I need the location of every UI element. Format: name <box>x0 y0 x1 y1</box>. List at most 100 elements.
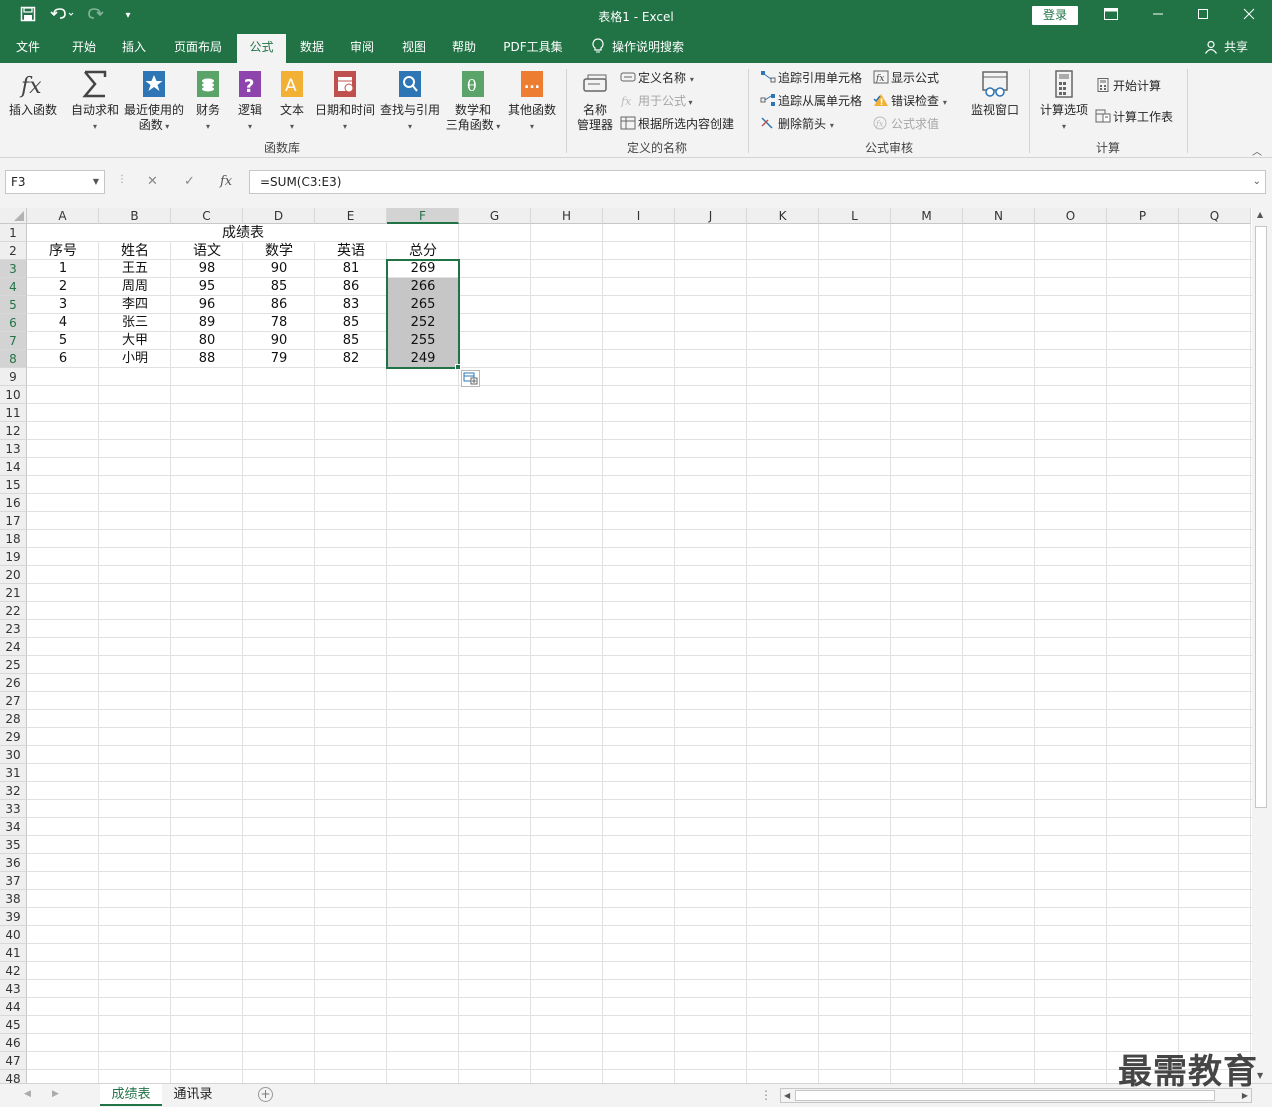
scroll-up-icon[interactable]: ▲ <box>1257 210 1263 219</box>
row-header[interactable]: 11 <box>0 404 27 422</box>
login-button[interactable]: 登录 <box>1032 6 1078 25</box>
maximize-icon[interactable] <box>1193 6 1213 26</box>
error-checking-button[interactable]: ! 错误检查 ▾ <box>873 92 947 110</box>
sheet-tab-scores[interactable]: 成绩表 <box>100 1084 162 1106</box>
tab-pdf-tools[interactable]: PDF工具集 <box>498 32 568 63</box>
enter-formula-icon[interactable]: ✓ <box>184 174 195 189</box>
recently-used-button[interactable]: 最近使用的 函数 ▾ <box>122 69 186 134</box>
table-cell[interactable]: 2 <box>27 278 99 296</box>
table-cell[interactable]: 83 <box>315 296 387 314</box>
more-functions-button[interactable]: ... 其他函数 ▾ <box>504 69 560 134</box>
table-cell[interactable]: 90 <box>243 260 315 278</box>
lookup-button[interactable]: 查找与引用 ▾ <box>378 69 442 134</box>
select-all-corner[interactable] <box>0 208 27 224</box>
define-name-button[interactable]: 定义名称 ▾ <box>620 69 694 87</box>
financial-button[interactable]: 财务 ▾ <box>188 69 228 134</box>
cancel-formula-icon[interactable]: ✕ <box>147 174 158 189</box>
table-cell[interactable]: 大甲 <box>99 332 171 350</box>
column-header[interactable]: J <box>675 208 747 224</box>
autosum-button[interactable]: 自动求和 ▾ <box>66 69 124 134</box>
tell-me-search[interactable]: 操作说明搜索 <box>612 32 696 63</box>
evaluate-formula-button[interactable]: fx 公式求值 <box>873 115 939 133</box>
row-header[interactable]: 27 <box>0 692 27 710</box>
row-header[interactable]: 23 <box>0 620 27 638</box>
tab-insert[interactable]: 插入 <box>112 32 156 63</box>
row-header[interactable]: 43 <box>0 980 27 998</box>
insert-function-button[interactable]: fx 插入函数 <box>4 69 62 118</box>
close-icon[interactable] <box>1239 6 1259 26</box>
table-cell[interactable]: 80 <box>171 332 243 350</box>
row-header[interactable]: 26 <box>0 674 27 692</box>
remove-arrows-button[interactable]: 删除箭头 ▾ <box>760 115 834 133</box>
table-header-cell[interactable]: 姓名 <box>99 242 171 260</box>
table-cell[interactable]: 张三 <box>99 314 171 332</box>
row-header[interactable]: 7 <box>0 332 27 350</box>
row-header[interactable]: 32 <box>0 782 27 800</box>
table-cell[interactable]: 86 <box>243 296 315 314</box>
table-cell[interactable]: 89 <box>171 314 243 332</box>
table-cell[interactable]: 90 <box>243 332 315 350</box>
sheet-tab-contacts[interactable]: 通讯录 <box>164 1084 222 1106</box>
row-header[interactable]: 37 <box>0 872 27 890</box>
worksheet-grid[interactable]: A B C D E F G H I J K L M N O P Q 1 2 3 4 5 6 7 8 9 10 11 12 13 14 15 16… <box>0 208 1252 1083</box>
tab-split-grip-icon[interactable]: ⋮ <box>760 1088 772 1102</box>
tab-home[interactable]: 开始 <box>60 32 108 63</box>
share-button[interactable]: 共享 <box>1220 32 1252 63</box>
table-cell[interactable]: 4 <box>27 314 99 332</box>
tab-page-layout[interactable]: 页面布局 <box>166 32 230 63</box>
table-cell[interactable]: 96 <box>171 296 243 314</box>
table-cell[interactable]: 小明 <box>99 350 171 368</box>
show-formulas-button[interactable]: fx 显示公式 <box>873 69 939 87</box>
table-cell[interactable]: 王五 <box>99 260 171 278</box>
row-header[interactable]: 6 <box>0 314 27 332</box>
row-header[interactable]: 19 <box>0 548 27 566</box>
row-header[interactable]: 29 <box>0 728 27 746</box>
row-header[interactable]: 13 <box>0 440 27 458</box>
table-cell[interactable]: 3 <box>27 296 99 314</box>
column-header[interactable]: O <box>1035 208 1107 224</box>
row-header[interactable]: 28 <box>0 710 27 728</box>
column-header[interactable]: I <box>603 208 675 224</box>
row-header[interactable]: 33 <box>0 800 27 818</box>
column-header[interactable]: C <box>171 208 243 224</box>
row-header[interactable]: 18 <box>0 530 27 548</box>
column-header[interactable]: D <box>243 208 315 224</box>
logical-button[interactable]: ? 逻辑 ▾ <box>230 69 270 134</box>
column-header[interactable]: K <box>747 208 819 224</box>
column-header[interactable]: F <box>387 208 459 224</box>
row-header[interactable]: 40 <box>0 926 27 944</box>
quick-analysis-icon[interactable] <box>461 370 480 387</box>
row-header[interactable]: 25 <box>0 656 27 674</box>
column-header[interactable]: G <box>459 208 531 224</box>
formula-input[interactable]: =SUM(C3:E3) ⌄ <box>249 170 1266 194</box>
calc-now-button[interactable]: 开始计算 <box>1095 77 1161 95</box>
table-header-cell[interactable]: 语文 <box>171 242 243 260</box>
calc-sheet-button[interactable]: 计算工作表 <box>1095 108 1173 126</box>
create-from-selection-button[interactable]: 根据所选内容创建 <box>620 115 734 133</box>
row-header[interactable]: 9 <box>0 368 27 386</box>
trace-precedents-button[interactable]: 追踪引用单元格 <box>760 69 862 87</box>
column-header[interactable]: B <box>99 208 171 224</box>
column-header[interactable]: M <box>891 208 963 224</box>
trace-dependents-button[interactable]: 追踪从属单元格 <box>760 92 862 110</box>
scroll-left-icon[interactable]: ◀ <box>784 1089 790 1102</box>
row-header[interactable]: 20 <box>0 566 27 584</box>
insert-function-icon[interactable]: fx <box>220 174 232 189</box>
row-header[interactable]: 24 <box>0 638 27 656</box>
row-header[interactable]: 44 <box>0 998 27 1016</box>
tab-formulas[interactable]: 公式 <box>237 34 286 63</box>
table-cell[interactable]: 李四 <box>99 296 171 314</box>
collapse-ribbon-icon[interactable]: ︿ <box>1252 143 1262 158</box>
watch-window-button[interactable]: 监视窗口 <box>968 69 1022 118</box>
name-box[interactable]: F3 ▼ <box>5 170 105 194</box>
row-header[interactable]: 41 <box>0 944 27 962</box>
row-header[interactable]: 3 <box>0 260 27 278</box>
table-header-cell[interactable]: 序号 <box>27 242 99 260</box>
row-header[interactable]: 45 <box>0 1016 27 1034</box>
date-time-button[interactable]: 日期和时间 ▾ <box>314 69 376 134</box>
row-header[interactable]: 5 <box>0 296 27 314</box>
minimize-icon[interactable] <box>1148 6 1168 26</box>
row-header[interactable]: 47 <box>0 1052 27 1070</box>
table-cell[interactable]: 79 <box>243 350 315 368</box>
row-header[interactable]: 48 <box>0 1070 27 1083</box>
